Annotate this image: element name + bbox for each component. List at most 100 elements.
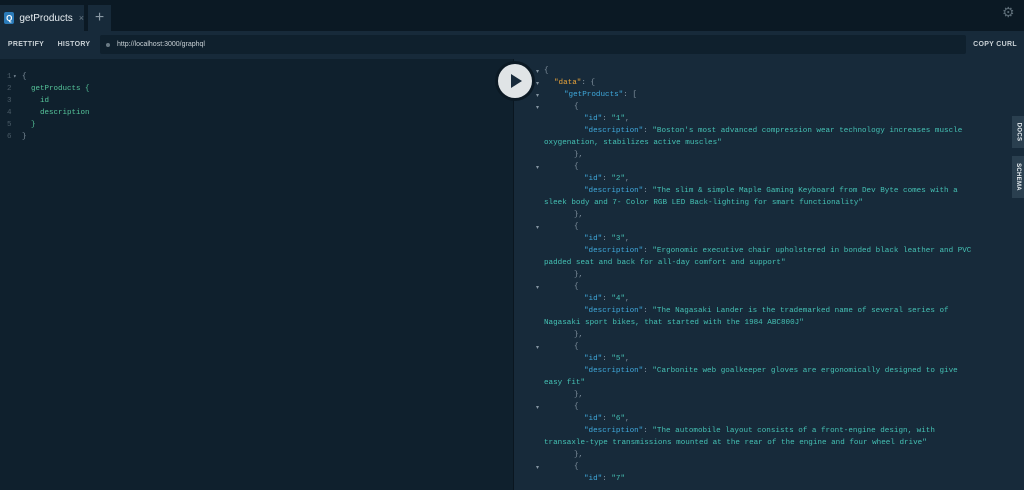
description-key: "description" (584, 127, 644, 135)
fold-arrow-icon[interactable]: ▾ (536, 284, 539, 291)
id-value: "5" (611, 355, 626, 363)
description-value: "The automobile layout consists of a fro… (652, 427, 935, 435)
graphql-query-badge: Q (4, 12, 15, 24)
result-description-wrap: oxygenation, stabilizes active muscles" (544, 137, 722, 149)
line-number: 6 (7, 133, 12, 141)
id-value: "4" (611, 295, 626, 303)
result-list-line: "getProducts": [ (564, 91, 637, 99)
description-value-cont: padded seat and back for all-day comfort… (544, 259, 786, 267)
tab-bar: Q getProducts × + ⚙ (0, 0, 1024, 31)
result-item-close: }, (574, 271, 584, 279)
result-item-close: }, (574, 211, 584, 219)
description-key: "description" (584, 367, 644, 375)
list-key: "getProducts" (564, 91, 624, 99)
result-id-line: "id": "3", (584, 235, 630, 243)
add-tab-button[interactable]: + (88, 5, 111, 31)
description-value: "The slim & simple Maple Gaming Keyboard… (652, 187, 958, 195)
execute-query-button[interactable] (498, 64, 532, 98)
result-item-close: }, (574, 391, 584, 399)
result-description-wrap: padded seat and back for all-day comfort… (544, 257, 786, 269)
result-id-line: "id": "5", (584, 355, 630, 363)
id-key: "id" (584, 415, 603, 423)
prettify-button[interactable]: PRETTIFY (3, 37, 49, 52)
result-description-wrap: Nagasaki sport bikes, that started with … (544, 317, 804, 329)
result-id-line: "id": "2", (584, 175, 630, 183)
description-key: "description" (584, 247, 644, 255)
id-value: "3" (611, 235, 626, 243)
fold-arrow-icon[interactable]: ▾ (536, 464, 539, 471)
docs-tab[interactable]: DOCS (1012, 116, 1024, 148)
description-value: "The Nagasaki Lander is the trademarked … (652, 307, 949, 315)
gear-icon[interactable]: ⚙ (1002, 5, 1016, 19)
description-value: "Boston's most advanced compression wear… (652, 127, 963, 135)
id-value: "2" (611, 175, 626, 183)
fold-arrow-icon[interactable]: ▾ (536, 68, 539, 75)
id-key: "id" (584, 295, 603, 303)
id-key: "id" (584, 235, 603, 243)
result-description-wrap: transaxle-type transmissions mounted at … (544, 437, 927, 449)
result-description-line: "description": "Boston's most advanced c… (584, 127, 963, 135)
id-value: "6" (611, 415, 626, 423)
description-key: "description" (584, 187, 644, 195)
fold-arrow-icon[interactable]: ▾ (536, 104, 539, 111)
toolbar: PRETTIFY HISTORY http://localhost:3000/g… (0, 31, 1024, 59)
result-item-open: { (574, 283, 579, 291)
result-item-close: }, (574, 451, 584, 459)
fold-arrow-icon[interactable]: ▾ (536, 344, 539, 351)
id-value: "1" (611, 115, 626, 123)
data-key: "data" (554, 79, 582, 87)
description-value-cont: easy fit" (544, 379, 586, 387)
endpoint-url-input[interactable]: http://localhost:3000/graphql (100, 35, 966, 54)
query-code: { (22, 73, 27, 81)
id-value: "7" (611, 475, 626, 483)
id-key: "id" (584, 355, 603, 363)
line-number: 5 (7, 121, 12, 129)
result-item-open: { (574, 403, 579, 411)
fold-arrow-icon[interactable]: ▾ (536, 164, 539, 171)
id-key: "id" (584, 175, 603, 183)
schema-tab[interactable]: SCHEMA (1012, 156, 1024, 198)
result-viewer[interactable]: ▾ { ▾ "data": { ▾ "getProducts": [ ▾ { "id… (514, 59, 1024, 490)
tab-getproducts[interactable]: Q getProducts × (0, 5, 84, 31)
result-id-line: "id": "6", (584, 415, 630, 423)
result-data-line: "data": { (554, 79, 596, 87)
description-value-cont: transaxle-type transmissions mounted at … (544, 439, 927, 447)
query-code: id (22, 97, 50, 105)
line-number: 3 (7, 97, 12, 105)
description-key: "description" (584, 307, 644, 315)
close-icon[interactable]: × (79, 13, 84, 23)
result-item-open: { (574, 223, 579, 231)
query-editor[interactable]: 1 ▾ { 2 getProducts { 3 id 4 description… (0, 59, 514, 490)
description-key: "description" (584, 427, 644, 435)
result-item-open: { (574, 463, 579, 471)
fold-arrow-icon[interactable]: ▾ (536, 224, 539, 231)
description-value: "Ergonomic executive chair upholstered i… (652, 247, 972, 255)
history-button[interactable]: HISTORY (52, 37, 96, 52)
result-description-line: "description": "The Nagasaki Lander is t… (584, 307, 949, 315)
result-description-wrap: easy fit" (544, 377, 585, 389)
tab-title: getProducts (19, 12, 73, 24)
result-item-open: { (574, 103, 579, 111)
fold-arrow-icon[interactable]: ▾ (536, 404, 539, 411)
result-id-line: "id": "4", (584, 295, 630, 303)
fold-arrow-icon[interactable]: ▾ (536, 92, 539, 99)
play-icon (511, 74, 522, 88)
result-id-line: "id": "1", (584, 115, 630, 123)
copy-curl-button[interactable]: COPY CURL (969, 37, 1021, 52)
result-id-line: "id": "7" (584, 475, 626, 483)
endpoint-url-text: http://localhost:3000/graphql (117, 41, 205, 48)
result-description-wrap: sleek body and 7- Color RGB LED Back-lig… (544, 197, 863, 209)
id-key: "id" (584, 475, 603, 483)
result-item-close: }, (574, 151, 584, 159)
fold-arrow-icon[interactable]: ▾ (536, 80, 539, 87)
fold-arrow-icon[interactable]: ▾ (13, 71, 17, 83)
result-description-line: "description": "The automobile layout co… (584, 427, 935, 435)
connection-status-dot (106, 42, 110, 47)
result-description-line: "description": "The slim & simple Maple … (584, 187, 958, 195)
description-value-cont: Nagasaki sport bikes, that started with … (544, 319, 804, 327)
query-code: description (22, 109, 90, 117)
description-value-cont: oxygenation, stabilizes active muscles" (544, 139, 722, 147)
query-code: getProducts { (22, 85, 90, 93)
result-description-line: "description": "Ergonomic executive chai… (584, 247, 972, 255)
query-code: } (22, 133, 27, 141)
